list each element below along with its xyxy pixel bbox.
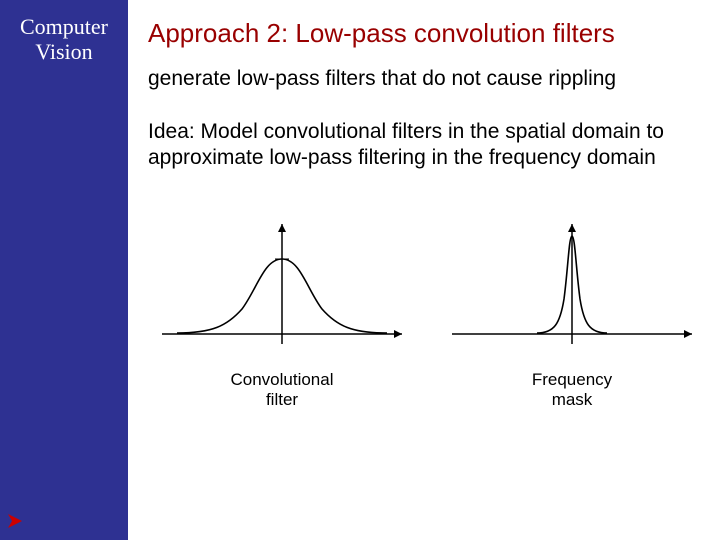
plot-convolutional	[152, 214, 412, 354]
lead-text: generate low-pass filters that do not ca…	[148, 67, 702, 91]
figure-row	[152, 214, 702, 354]
slide: Computer Vision Approach 2: Low-pass con…	[0, 0, 720, 540]
next-arrow-icon[interactable]	[6, 512, 24, 530]
caption-conv-text: Convolutionalfilter	[230, 370, 333, 409]
sidebar-title-line1: Computer	[0, 14, 128, 39]
figure-frequency-mask	[442, 214, 702, 354]
content-area: Approach 2: Low-pass convolution filters…	[128, 0, 720, 540]
caption-frequency: Frequencymask	[442, 370, 702, 411]
idea-text: Idea: Model convolutional filters in the…	[148, 119, 668, 172]
plot-frequency	[442, 214, 702, 354]
caption-freq-text: Frequencymask	[532, 370, 612, 409]
caption-convolutional: Convolutionalfilter	[152, 370, 412, 411]
slide-title: Approach 2: Low-pass convolution filters	[148, 18, 702, 49]
figure-convolutional-filter	[152, 214, 412, 354]
caption-row: Convolutionalfilter Frequencymask	[152, 370, 702, 411]
sidebar-title-line2: Vision	[0, 39, 128, 64]
sidebar: Computer Vision	[0, 0, 128, 540]
